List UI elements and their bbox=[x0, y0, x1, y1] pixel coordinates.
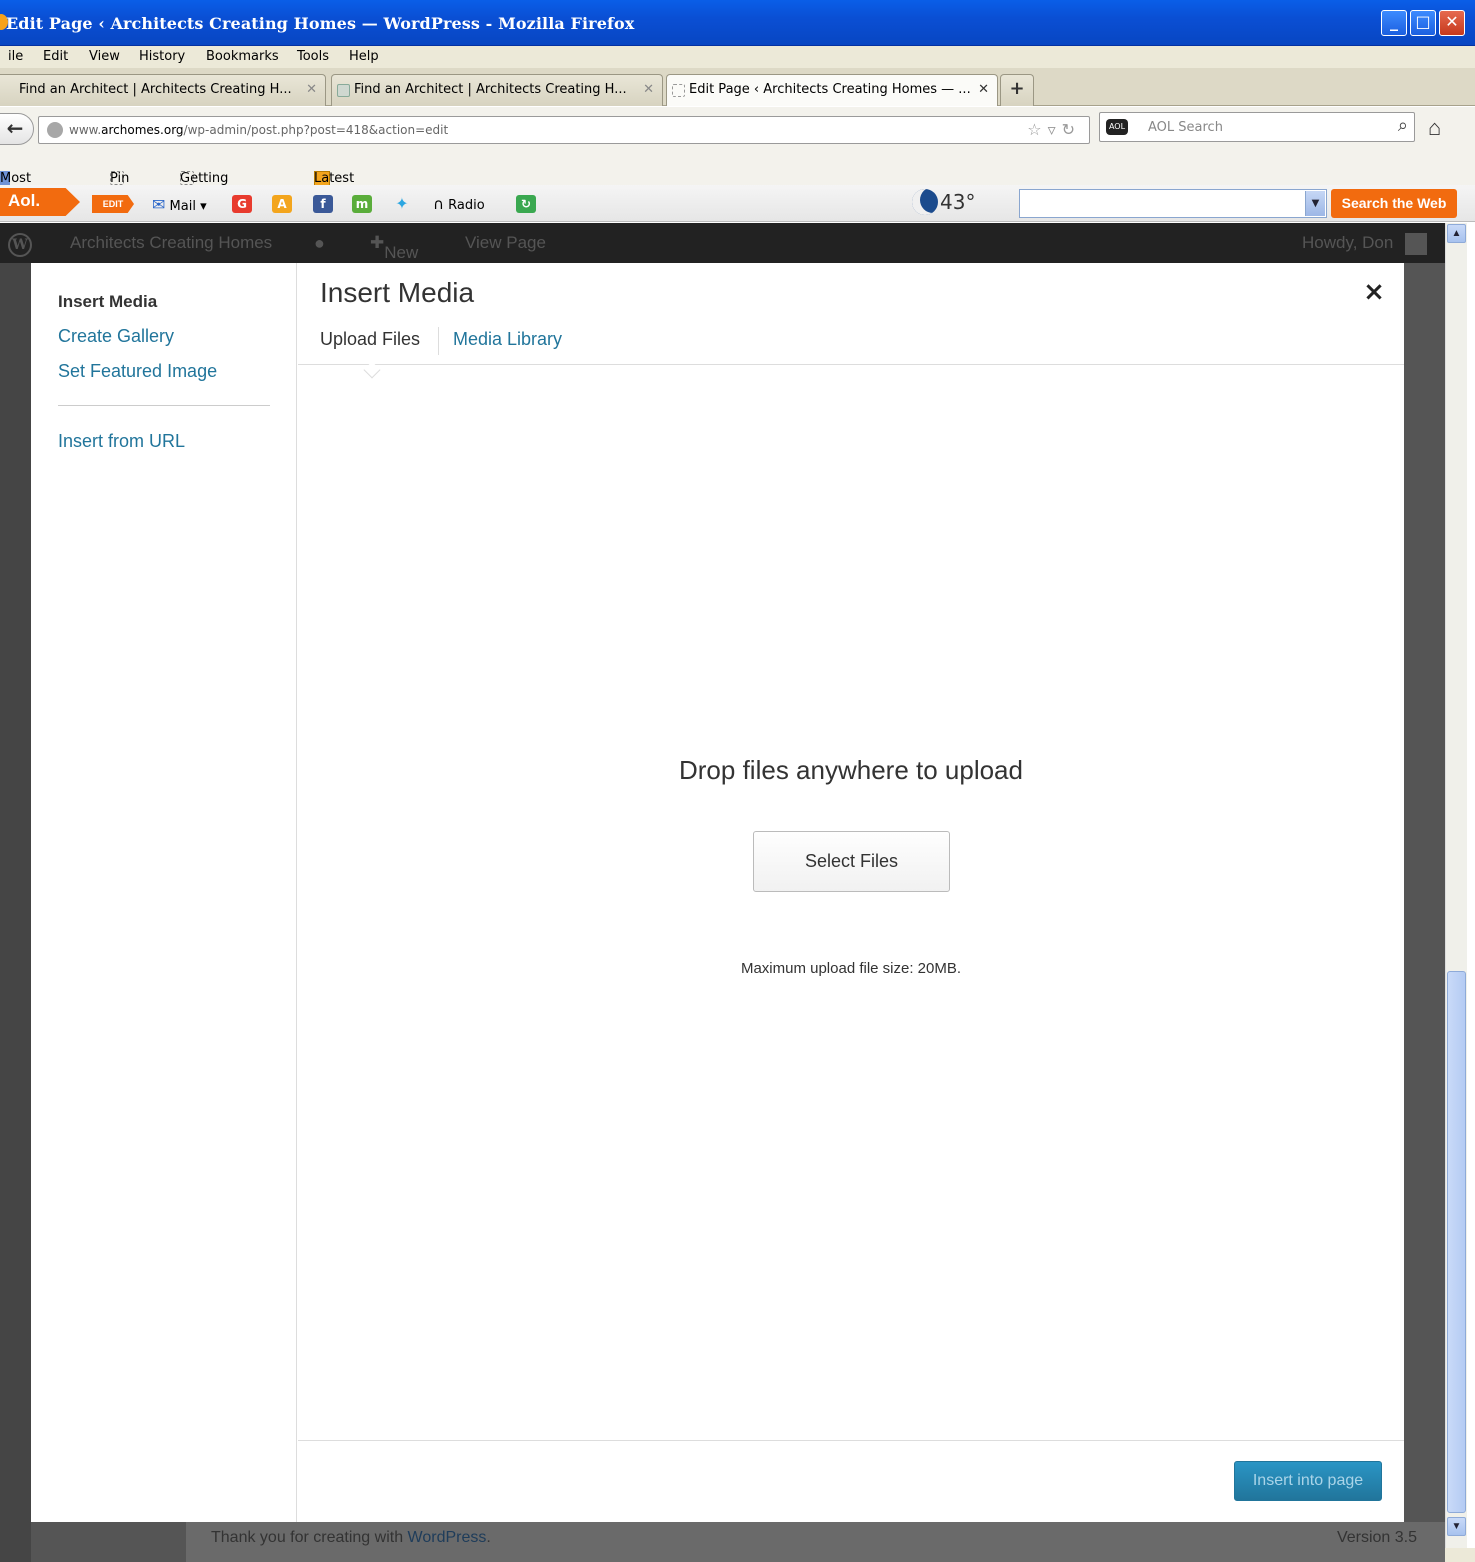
window-controls: _ □ ✕ bbox=[1381, 10, 1465, 36]
modal-title: Insert Media bbox=[320, 277, 475, 308]
aol-search-input[interactable]: ▼ bbox=[1019, 189, 1327, 218]
search-placeholder: AOL Search bbox=[1148, 120, 1223, 135]
moon-icon bbox=[912, 189, 938, 215]
url-prefix: www. bbox=[69, 123, 102, 137]
menu-insert-media[interactable]: Insert Media bbox=[58, 292, 157, 312]
url-bar[interactable]: www.archomes.org/wp-admin/post.php?post=… bbox=[38, 116, 1090, 144]
menu-bar: ile Edit View History Bookmarks Tools He… bbox=[0, 46, 1475, 68]
menu-file[interactable]: ile bbox=[8, 49, 23, 64]
tab-media-library[interactable]: Media Library bbox=[453, 329, 562, 350]
bookmarks-toolbar: Most Visited Pin It Getting Started Late… bbox=[0, 151, 1475, 201]
menu-view[interactable]: View bbox=[89, 49, 120, 64]
wp-footer: Thank you for creating with WordPress. V… bbox=[186, 1522, 1445, 1562]
menu-history[interactable]: History bbox=[139, 49, 185, 64]
chevron-down-icon[interactable]: ▼ bbox=[1305, 191, 1325, 216]
wp-admin-bar: W Architects Creating Homes ● ✚ New View… bbox=[0, 223, 1445, 263]
footer-version: Version 3.5 bbox=[1336, 1529, 1417, 1546]
admin-bar-new[interactable]: ✚ New bbox=[370, 233, 418, 262]
headphones-icon: ∩ bbox=[433, 195, 444, 213]
avatar[interactable] bbox=[1405, 233, 1427, 255]
max-upload-size: Maximum upload file size: 20MB. bbox=[740, 960, 962, 977]
back-button[interactable]: ← bbox=[0, 113, 34, 145]
url-domain: archomes.org bbox=[101, 123, 184, 137]
tab-find-architect-2[interactable]: Find an Architect | Architects Creating … bbox=[331, 74, 663, 106]
blank-favicon-icon bbox=[672, 84, 685, 97]
menu-edit[interactable]: Edit bbox=[43, 49, 68, 64]
menu-insert-from-url[interactable]: Insert from URL bbox=[58, 431, 185, 452]
scrollbar-thumb[interactable] bbox=[1447, 971, 1466, 1513]
menu-create-gallery[interactable]: Create Gallery bbox=[58, 326, 174, 347]
menu-set-featured-image[interactable]: Set Featured Image bbox=[58, 361, 217, 382]
weather-widget[interactable]: 43° bbox=[912, 189, 975, 215]
aol-logo[interactable]: Aol. bbox=[0, 188, 80, 216]
media-router: Upload Files Media Library bbox=[298, 319, 1404, 379]
tab-find-architect-1[interactable]: Find an Architect | Architects Creating … bbox=[0, 74, 326, 106]
twitter-icon[interactable]: ✦ bbox=[392, 195, 412, 213]
insert-media-modal: Insert Media Create Gallery Set Featured… bbox=[31, 263, 1404, 1522]
comments-icon[interactable]: ● bbox=[314, 233, 325, 254]
close-tab-icon[interactable]: ✕ bbox=[643, 82, 654, 97]
menu-bookmarks[interactable]: Bookmarks bbox=[206, 49, 279, 64]
maximize-button[interactable]: □ bbox=[1410, 10, 1436, 36]
close-tab-icon[interactable]: ✕ bbox=[306, 82, 317, 97]
scroll-up-icon[interactable]: ▲ bbox=[1447, 224, 1466, 243]
refresh-app-icon[interactable]: ↻ bbox=[516, 195, 536, 213]
footer-thanks: Thank you for creating with WordPress. bbox=[211, 1529, 491, 1546]
media-menu: Insert Media Create Gallery Set Featured… bbox=[31, 263, 297, 1522]
scroll-down-icon[interactable]: ▼ bbox=[1447, 1517, 1466, 1536]
globe-icon bbox=[47, 122, 63, 138]
search-the-web-button[interactable]: Search the Web bbox=[1331, 189, 1457, 218]
wordpress-link[interactable]: WordPress bbox=[408, 1529, 487, 1546]
aol-edit-button[interactable]: EDIT bbox=[92, 195, 134, 213]
mail-button[interactable]: ✉ Mail ▾ bbox=[152, 195, 207, 214]
window-titlebar: Edit Page ‹ Architects Creating Homes — … bbox=[0, 0, 1475, 46]
navigation-bar: ← www.archomes.org/wp-admin/post.php?pos… bbox=[0, 107, 1475, 151]
drop-files-instructions: Drop files anywhere to upload bbox=[679, 755, 1023, 785]
tab-label: Find an Architect | Architects Creating … bbox=[354, 82, 627, 97]
close-window-button[interactable]: ✕ bbox=[1439, 10, 1465, 36]
page-scrollbar[interactable]: ▲ ▼ bbox=[1445, 223, 1467, 1548]
facebook-icon[interactable]: f bbox=[313, 195, 333, 213]
tab-upload-files[interactable]: Upload Files bbox=[320, 329, 420, 350]
new-tab-button[interactable]: + bbox=[1000, 74, 1034, 106]
admin-bar-view-page[interactable]: View Page bbox=[465, 233, 546, 253]
radio-button[interactable]: ∩ Radio bbox=[433, 195, 485, 213]
media-toolbar: Insert into page bbox=[298, 1440, 1404, 1522]
bookmark-star-icon[interactable]: ☆▿↻ bbox=[1027, 120, 1081, 139]
resize-grip[interactable] bbox=[1445, 1548, 1475, 1562]
url-path: /wp-admin/post.php?post=418&action=edit bbox=[183, 123, 449, 137]
tab-label: Edit Page ‹ Architects Creating Homes — … bbox=[689, 82, 971, 97]
minimize-button[interactable]: _ bbox=[1381, 10, 1407, 36]
select-files-button[interactable]: Select Files bbox=[753, 831, 950, 892]
search-icon[interactable]: ⌕ bbox=[1398, 115, 1408, 136]
tab-edit-page[interactable]: Edit Page ‹ Architects Creating Homes — … bbox=[666, 74, 998, 106]
wp-admin-menu-backdrop bbox=[0, 263, 31, 1562]
router-divider bbox=[438, 327, 439, 355]
admin-bar-howdy[interactable]: Howdy, Don bbox=[1302, 233, 1393, 253]
home-icon[interactable]: ⌂ bbox=[1428, 115, 1441, 141]
site-favicon-icon bbox=[337, 84, 350, 97]
admin-bar-site-name[interactable]: Architects Creating Homes bbox=[70, 233, 272, 253]
tab-label: Find an Architect | Architects Creating … bbox=[19, 82, 292, 97]
window-title: Edit Page ‹ Architects Creating Homes — … bbox=[6, 14, 635, 33]
close-icon[interactable]: × bbox=[1361, 277, 1387, 307]
aol-toolbar: Aol. EDIT ✉ Mail ▾ G A f m ✦ ∩ Radio ↻ 4… bbox=[0, 185, 1475, 222]
tab-bar: Find an Architect | Architects Creating … bbox=[0, 68, 1475, 106]
close-tab-icon[interactable]: ✕ bbox=[978, 82, 989, 97]
upload-drop-zone[interactable]: Drop files anywhere to upload Select Fil… bbox=[298, 366, 1404, 1440]
aim-icon[interactable]: A bbox=[272, 195, 292, 213]
moviefone-icon[interactable]: m bbox=[352, 195, 372, 213]
mail-icon: ✉ bbox=[152, 195, 166, 214]
games-icon[interactable]: G bbox=[232, 195, 252, 213]
search-input[interactable]: AOL AOL Search ⌕ bbox=[1099, 112, 1415, 142]
aol-search-engine-icon[interactable]: AOL bbox=[1106, 119, 1128, 135]
insert-into-page-button[interactable]: Insert into page bbox=[1234, 1461, 1382, 1501]
menu-help[interactable]: Help bbox=[349, 49, 379, 64]
menu-tools[interactable]: Tools bbox=[297, 49, 329, 64]
menu-separator bbox=[58, 405, 270, 406]
wordpress-logo-icon[interactable]: W bbox=[8, 233, 32, 257]
